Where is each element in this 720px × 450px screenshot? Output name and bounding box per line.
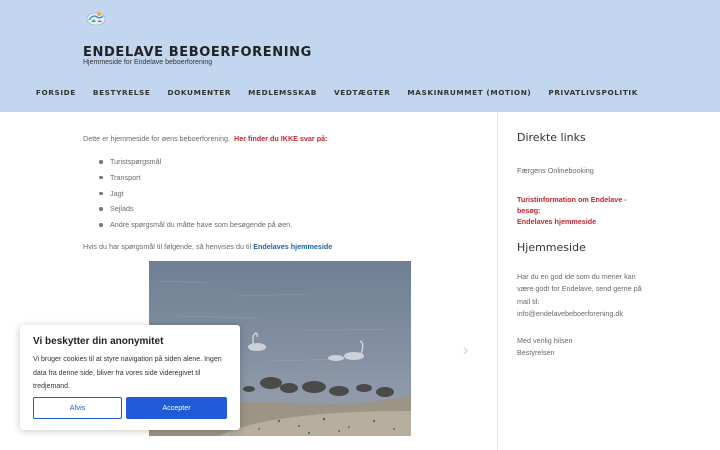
accept-cookies-button[interactable]: Accepter [126,397,227,419]
site-logo-icon[interactable] [85,8,107,28]
intro-text: Dette er hjemmeside for øens beboerforen… [83,134,231,143]
list-item: Sejlads [97,204,413,220]
cookie-title: Vi beskytter din anonymitet [33,336,164,347]
nav-item-maskinrummet[interactable]: MASKINRUMMET (MOTION) [407,88,531,97]
cookie-consent-dialog: Vi beskytter din anonymitet Vi bruger co… [20,325,240,430]
intro-red-text: Her finder du IKKE svar på: [234,134,328,143]
signature-line: Med venlig hilsen [517,335,573,345]
nav-item-forside[interactable]: FORSIDE [36,88,76,97]
tourist-info-line[interactable]: Turistinformation om Endelave - [517,194,642,205]
nav-item-dokumenter[interactable]: DOKUMENTER [167,88,231,97]
list-item: Transport [97,173,413,189]
main-navigation: FORSIDE BESTYRELSE DOKUMENTER MEDLEMSSKA… [19,88,638,97]
tourist-info-link[interactable]: Endelaves hjemmeside [517,216,642,227]
list-item: Andre spørgsmål du måtte have som besøge… [97,220,413,236]
endelave-homepage-link[interactable]: Endelaves hjemmeside [253,242,332,251]
list-item: Turistspørgsmål [97,157,413,173]
nav-item-privatlivspolitik[interactable]: PRIVATLIVSPOLITIK [548,88,638,97]
intro-paragraph: Dette er hjemmeside for øens beboerforen… [83,134,413,144]
signature-line: Bestyrelsen [517,348,555,358]
cookie-text: Vi bruger cookies til at styre navigatio… [33,356,222,390]
nav-item-bestyrelse[interactable]: BESTYRELSE [93,88,151,97]
questions-paragraph: Hvis du har spørgsmål til følgende, så h… [83,242,413,252]
direct-links-heading: Direkte links [517,131,586,144]
homepage-text: Har du en god ide som du mener kan være … [517,272,642,319]
topic-list: Turistspørgsmål Transport Jagt Sejlads A… [97,157,413,236]
site-tagline: Hjemmeside for Endelave beboerforening [83,59,213,66]
deny-cookies-button[interactable]: Afvis [33,397,122,419]
questions-text: Hvis du har spørgsmål til følgende, så h… [83,241,252,251]
list-item: Jagt [97,189,413,205]
site-header: ENDELAVE BEBOERFORENING Hjemmeside for E… [0,0,720,112]
nav-item-vedtaegter[interactable]: VEDTÆGTER [334,88,390,97]
tourist-info-line[interactable]: besøg: [517,205,642,216]
main-content: Dette er hjemmeside for øens beboerforen… [83,134,413,252]
slider-next-arrow-icon[interactable]: › [462,340,469,361]
nav-item-medlemsskab[interactable]: MEDLEMSSKAB [248,88,317,97]
homepage-heading: Hjemmeside [517,241,586,254]
signature: Med venlig hilsen Bestyrelsen [517,335,642,360]
ferry-booking-link[interactable]: Færgens Onlinebooking [517,166,642,175]
tourist-info-block[interactable]: Turistinformation om Endelave - besøg: E… [517,194,642,227]
site-title[interactable]: ENDELAVE BEBOERFORENING [83,45,312,60]
sidebar: Direkte links Færgens Onlinebooking Turi… [517,131,642,359]
sidebar-divider [497,112,498,450]
